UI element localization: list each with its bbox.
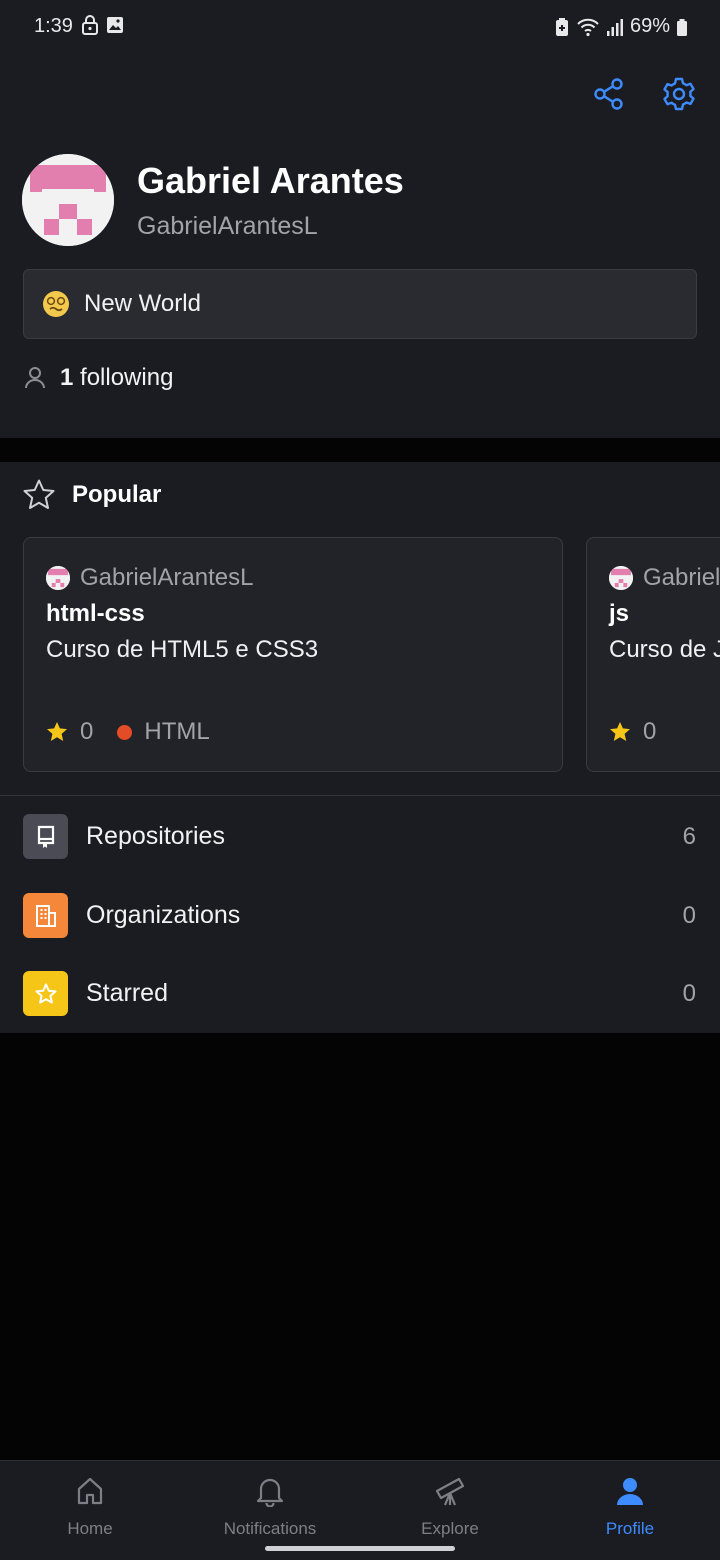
battery-percent: 69% bbox=[629, 15, 670, 37]
lock-icon bbox=[82, 15, 98, 35]
battery-saver-icon bbox=[555, 17, 568, 36]
repo-language: HTML bbox=[144, 718, 210, 745]
repo-icon bbox=[23, 814, 68, 859]
owner-avatar bbox=[46, 566, 70, 590]
status-bar: 1:39 69% bbox=[0, 0, 720, 56]
bottom-navigation: Home Notifications Explore Profile bbox=[0, 1460, 720, 1560]
nav-label: Explore bbox=[421, 1519, 479, 1538]
nav-profile[interactable]: Profile bbox=[540, 1473, 720, 1543]
following-count: 1 bbox=[60, 364, 74, 391]
status-text: New World bbox=[84, 290, 201, 317]
wifi-icon bbox=[577, 18, 599, 36]
person-icon bbox=[25, 367, 45, 389]
repo-meta: 0 bbox=[609, 718, 656, 746]
woozy-face-icon bbox=[43, 291, 69, 317]
repo-description: Curso de HTML5 e CSS3 bbox=[46, 636, 319, 663]
following-link[interactable]: 1 following bbox=[24, 364, 173, 392]
star-outline-icon bbox=[23, 479, 55, 509]
menu-label: Starred bbox=[86, 979, 168, 1007]
nav-label: Profile bbox=[605, 1519, 655, 1538]
nav-home[interactable]: Home bbox=[0, 1473, 180, 1543]
menu-label: Repositories bbox=[86, 822, 225, 850]
menu-label: Organizations bbox=[86, 901, 241, 929]
nav-label: Notifications bbox=[223, 1519, 317, 1538]
gear-icon bbox=[663, 77, 695, 111]
following-label: following bbox=[80, 364, 174, 391]
menu-count: 0 bbox=[682, 901, 696, 929]
repo-card[interactable]: GabrielArantesL html-css Curso de HTML5 … bbox=[23, 537, 563, 772]
profile-menu: Repositories 6 Organizations 0 Starred 0 bbox=[0, 796, 720, 1033]
status-box[interactable]: New World bbox=[23, 269, 697, 339]
home-indicator[interactable] bbox=[265, 1546, 455, 1551]
repo-meta: 0 HTML bbox=[46, 718, 210, 746]
share-icon bbox=[594, 78, 623, 110]
repo-description: Curso de JavaScript bbox=[609, 636, 720, 663]
repo-name: html-css bbox=[46, 600, 145, 627]
menu-item-starred[interactable]: Starred 0 bbox=[0, 954, 720, 1033]
nav-notifications[interactable]: Notifications bbox=[180, 1473, 360, 1543]
profile-login: GabrielArantesL bbox=[137, 212, 318, 240]
repo-card[interactable]: GabrielArantesL js Curso de JavaScript 0 bbox=[586, 537, 720, 772]
settings-button[interactable] bbox=[654, 74, 704, 114]
star-icon bbox=[23, 971, 68, 1016]
status-icons-left bbox=[82, 15, 124, 35]
popular-heading: Popular bbox=[22, 478, 161, 512]
popular-section: Popular GabrielArantesL html-css Curso d… bbox=[0, 462, 720, 795]
status-time: 1:39 bbox=[34, 15, 73, 37]
identicon-avatar bbox=[22, 154, 114, 246]
menu-count: 6 bbox=[682, 822, 696, 850]
battery-icon bbox=[677, 18, 687, 36]
avatar[interactable] bbox=[22, 154, 114, 246]
nav-label: Home bbox=[67, 1519, 113, 1538]
menu-count: 0 bbox=[682, 979, 696, 1007]
person-icon bbox=[540, 1473, 720, 1509]
menu-item-organizations[interactable]: Organizations 0 bbox=[0, 876, 720, 955]
popular-title: Popular bbox=[72, 481, 162, 508]
profile-name: Gabriel Arantes bbox=[137, 160, 404, 201]
menu-item-repositories[interactable]: Repositories 6 bbox=[0, 797, 720, 876]
nav-explore[interactable]: Explore bbox=[360, 1473, 540, 1543]
star-icon bbox=[610, 722, 630, 741]
home-icon bbox=[0, 1473, 180, 1509]
header-actions bbox=[584, 74, 704, 114]
repo-owner-name: GabrielArantesL bbox=[80, 564, 254, 591]
bell-icon bbox=[180, 1473, 360, 1509]
repo-name: js bbox=[609, 600, 630, 627]
repo-owner-name: GabrielArantesL bbox=[643, 564, 720, 591]
repo-stars: 0 bbox=[80, 718, 94, 745]
star-icon bbox=[47, 722, 67, 741]
owner-avatar bbox=[609, 566, 633, 590]
repo-stars: 0 bbox=[643, 718, 657, 745]
share-button[interactable] bbox=[584, 74, 634, 114]
telescope-icon bbox=[360, 1473, 540, 1509]
image-icon bbox=[107, 17, 123, 33]
status-icons-right: 69% bbox=[554, 15, 688, 38]
organization-icon bbox=[23, 893, 68, 938]
signal-icon bbox=[606, 18, 623, 36]
repo-owner: GabrielArantesL bbox=[609, 564, 720, 592]
profile-header: Gabriel Arantes GabrielArantesL New Worl… bbox=[0, 56, 720, 438]
repo-owner: GabrielArantesL bbox=[46, 564, 253, 592]
language-color-dot bbox=[117, 724, 133, 740]
